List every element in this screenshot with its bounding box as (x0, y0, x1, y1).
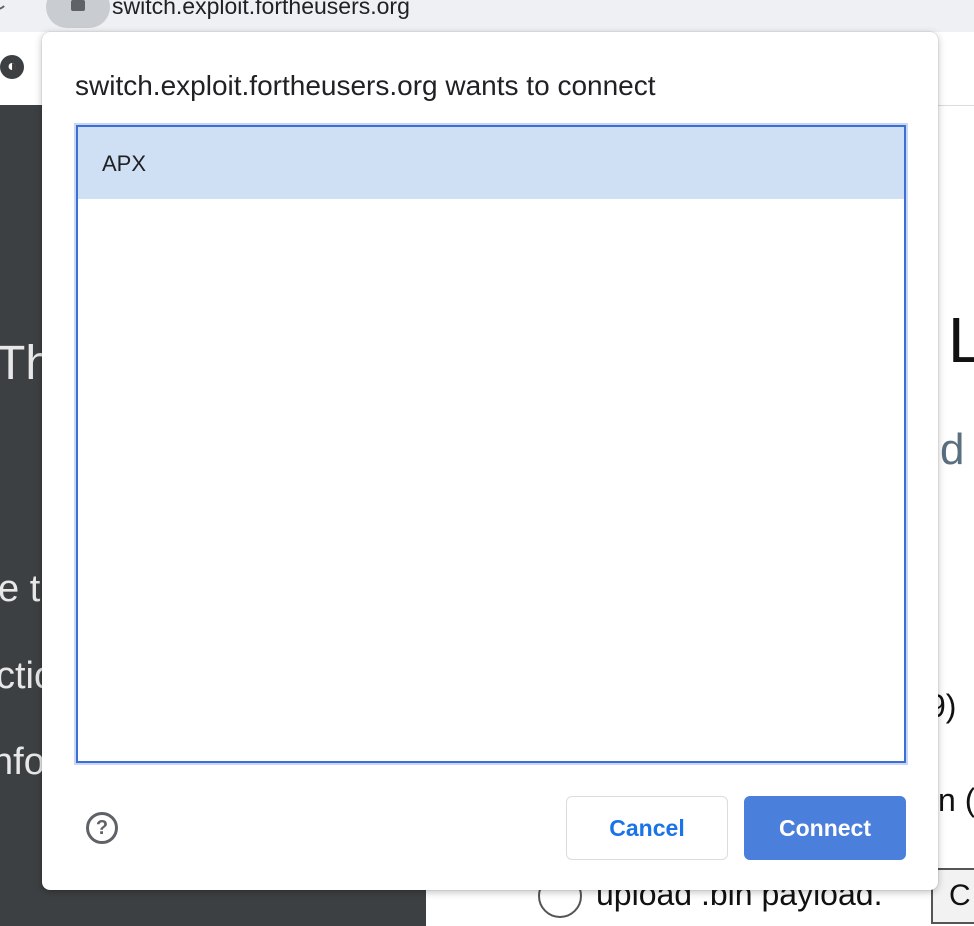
site-info-button[interactable] (46, 0, 110, 28)
main-subheading-fragment: d (940, 425, 965, 474)
lock-icon (71, 0, 85, 11)
main-heading-fragment: L (948, 304, 974, 376)
cancel-button[interactable]: Cancel (566, 796, 728, 860)
help-icon[interactable]: ? (86, 812, 118, 844)
connect-dialog: switch.exploit.fortheusers.org wants to … (42, 32, 938, 890)
main-text-fragment: n (I (938, 782, 974, 818)
connect-button[interactable]: Connect (744, 796, 906, 860)
globe-icon[interactable]: ◐ (0, 55, 24, 79)
device-list[interactable]: APX (76, 125, 906, 763)
address-bar-url[interactable]: switch.exploit.fortheusers.org (112, 0, 410, 20)
device-list-item[interactable]: APX (78, 127, 904, 199)
dialog-title: switch.exploit.fortheusers.org wants to … (75, 70, 656, 101)
sidebar-text-fragment: nfo (0, 741, 45, 783)
reload-icon[interactable] (0, 0, 8, 10)
device-label: APX (102, 151, 147, 176)
browser-toolbar: switch.exploit.fortheusers.org (0, 0, 974, 32)
